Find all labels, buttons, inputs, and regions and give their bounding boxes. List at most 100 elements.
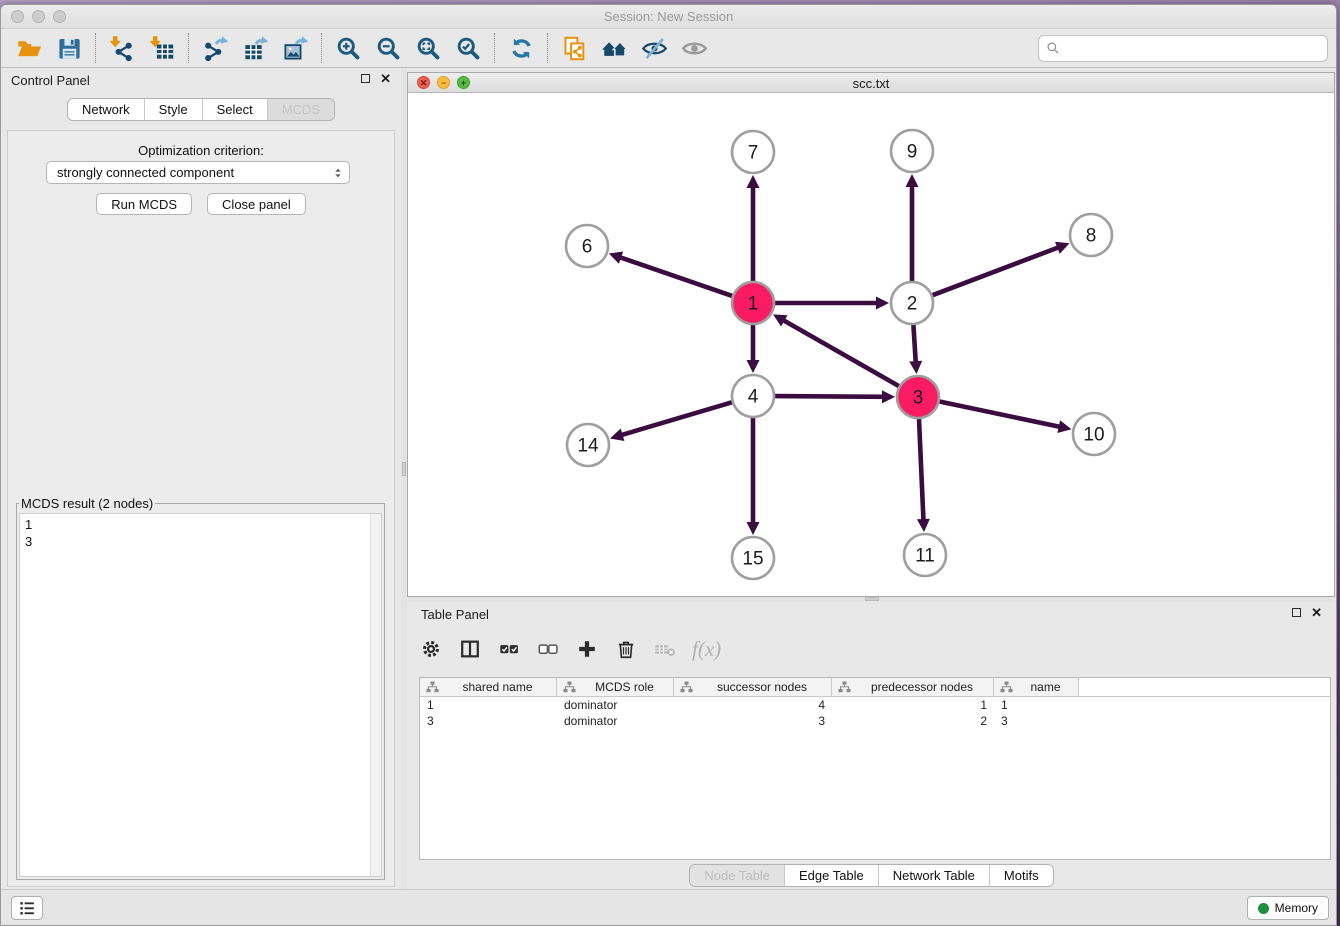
import-table-button[interactable] [142, 32, 182, 64]
graph-edge-4-14[interactable] [610, 402, 732, 441]
import-network-button[interactable] [102, 32, 142, 64]
graph-node-8[interactable]: 8 [1070, 214, 1112, 256]
duplicate-network-button[interactable] [554, 32, 594, 64]
open-file-button[interactable] [9, 32, 49, 64]
graph-node-3[interactable]: 3 [897, 376, 939, 418]
graph-edge-2-9[interactable] [906, 174, 919, 281]
tab-network[interactable]: Network [68, 99, 144, 120]
zoom-in-button[interactable] [328, 32, 368, 64]
tab-edge-table[interactable]: Edge Table [784, 865, 878, 886]
add-entry-icon [576, 638, 598, 660]
criterion-select[interactable]: strongly connected component [46, 161, 350, 184]
table-cell[interactable]: 4 [674, 697, 832, 713]
toolbar-separator [547, 33, 548, 63]
run-mcds-button[interactable]: Run MCDS [96, 193, 192, 215]
splitter-grip-icon[interactable] [865, 597, 879, 601]
result-scrollbar[interactable] [370, 514, 381, 876]
export-image-button[interactable] [275, 32, 315, 64]
select-all-checks-button[interactable] [497, 637, 521, 661]
column-header-MCDS-role[interactable]: MCDS role [557, 678, 674, 696]
graph-node-4[interactable]: 4 [732, 375, 774, 417]
search-input[interactable] [1065, 41, 1320, 56]
splitter-grip-icon[interactable] [402, 462, 406, 476]
float-panel-icon[interactable] [361, 74, 370, 83]
export-network-button[interactable] [195, 32, 235, 64]
task-list-icon [18, 900, 37, 917]
network-graph[interactable]: 7 9 6 8 1 2 4 3 14 10 15 11 [408, 93, 1334, 596]
graph-edge-4-15[interactable] [747, 418, 760, 535]
graph-node-10[interactable]: 10 [1073, 413, 1115, 455]
graph-node-2[interactable]: 2 [891, 282, 933, 324]
save-button[interactable] [49, 32, 89, 64]
table-cell[interactable]: 3 [674, 713, 832, 729]
column-header-successor-nodes[interactable]: successor nodes [674, 678, 832, 696]
table-cell[interactable]: 1 [832, 697, 994, 713]
table-row[interactable]: 3dominator323 [420, 713, 1330, 729]
close-panel-button[interactable]: Close panel [207, 193, 306, 215]
show-networks-button[interactable] [594, 32, 634, 64]
graph-node-14[interactable]: 14 [567, 424, 609, 466]
table-cell[interactable]: 3 [994, 713, 1079, 729]
table-cell[interactable]: dominator [557, 697, 674, 713]
delete-entry-button[interactable] [614, 637, 638, 661]
graph-edge-3-1[interactable] [773, 314, 899, 386]
export-table-button[interactable] [235, 32, 275, 64]
memory-button[interactable]: Memory [1247, 896, 1329, 920]
zoom-selected-button[interactable] [448, 32, 488, 64]
table-row[interactable]: 1dominator411 [420, 697, 1330, 713]
graph-edge-3-10[interactable] [940, 402, 1072, 434]
column-header-predecessor-nodes[interactable]: predecessor nodes [832, 678, 994, 696]
column-header-shared-name[interactable]: shared name [420, 678, 557, 696]
tab-mcds[interactable]: MCDS [267, 99, 334, 120]
graph-edge-4-3[interactable] [775, 390, 895, 403]
deselect-all-checks-button[interactable] [536, 637, 560, 661]
table-cell[interactable]: 1 [994, 697, 1079, 713]
mcds-result-group: MCDS result (2 nodes) 1 3 [16, 496, 385, 880]
network-canvas[interactable]: 7 9 6 8 1 2 4 3 14 10 15 11 [408, 93, 1334, 596]
show-panel-button[interactable] [674, 32, 714, 64]
main-toolbar [1, 29, 1336, 68]
float-panel-icon[interactable] [1292, 608, 1301, 617]
toggle-columns-button[interactable] [458, 637, 482, 661]
graph-node-1[interactable]: 1 [732, 282, 774, 324]
table-cell[interactable]: 1 [420, 697, 557, 713]
graph-edge-2-3[interactable] [909, 325, 922, 374]
refresh-button[interactable] [501, 32, 541, 64]
graph-edge-2-8[interactable] [933, 242, 1070, 296]
task-history-button[interactable] [11, 896, 43, 920]
table-settings-button[interactable] [419, 637, 443, 661]
show-panel-icon [681, 35, 708, 62]
close-panel-icon[interactable]: ✕ [380, 73, 391, 84]
column-header-name[interactable]: name [994, 678, 1079, 696]
tab-style[interactable]: Style [144, 99, 202, 120]
table-cell[interactable]: 2 [832, 713, 994, 729]
hide-panel-button[interactable] [634, 32, 674, 64]
mcds-result-list[interactable]: 1 3 [19, 513, 382, 877]
zoom-out-button[interactable] [368, 32, 408, 64]
graph-node-9[interactable]: 9 [891, 130, 933, 172]
graph-edge-1-7[interactable] [747, 175, 760, 281]
graph-node-11[interactable]: 11 [904, 534, 946, 576]
graph-edge-3-11[interactable] [917, 419, 930, 532]
tab-node-table[interactable]: Node Table [690, 865, 784, 886]
add-entry-button[interactable] [575, 637, 599, 661]
search-box[interactable] [1038, 35, 1328, 62]
import-table-icon [149, 35, 176, 62]
graph-node-15[interactable]: 15 [732, 537, 774, 579]
node-table: shared nameMCDS rolesuccessor nodesprede… [419, 677, 1331, 860]
tab-network-table[interactable]: Network Table [878, 865, 989, 886]
export-network-icon [202, 35, 229, 62]
table-body: 1dominator4113dominator323 [420, 697, 1330, 729]
tab-motifs[interactable]: Motifs [989, 865, 1053, 886]
graph-node-7[interactable]: 7 [732, 131, 774, 173]
tab-select[interactable]: Select [202, 99, 267, 120]
table-cell[interactable]: 3 [420, 713, 557, 729]
graph-edge-1-4[interactable] [747, 325, 760, 373]
table-cell[interactable]: dominator [557, 713, 674, 729]
graph-edge-1-6[interactable] [609, 252, 732, 296]
graph-node-6[interactable]: 6 [566, 225, 608, 267]
graph-edge-1-2[interactable] [775, 297, 889, 310]
zoom-fit-button[interactable] [408, 32, 448, 64]
svg-text:2: 2 [907, 294, 918, 315]
close-panel-icon[interactable]: ✕ [1311, 607, 1322, 618]
